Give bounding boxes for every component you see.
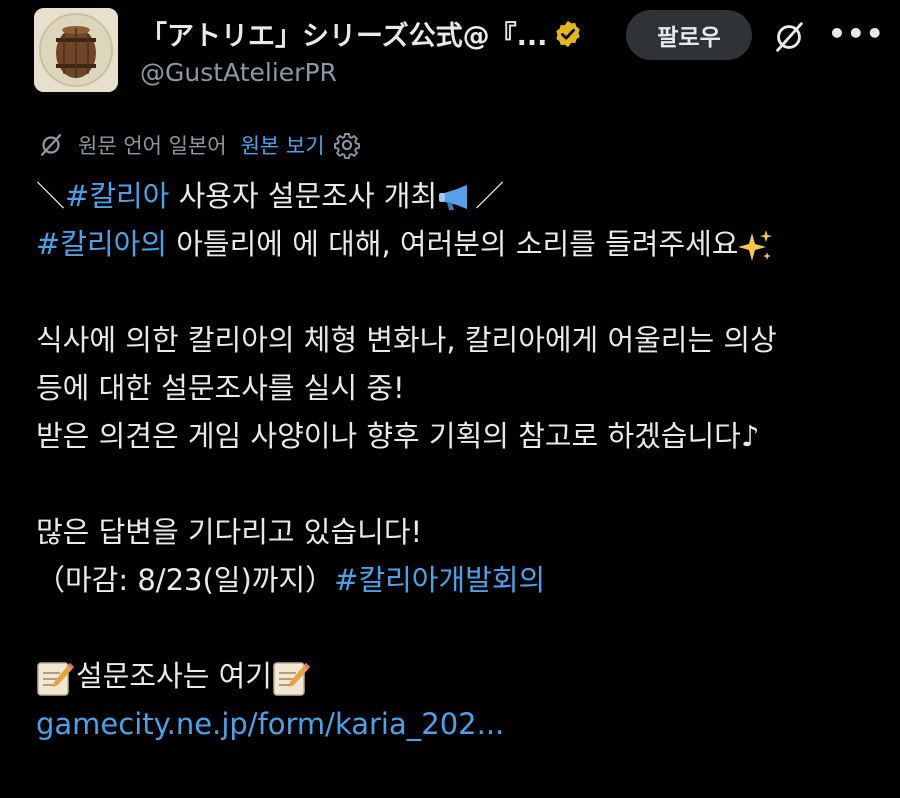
post-text: ＼ [36, 179, 66, 213]
megaphone-icon [439, 185, 468, 210]
barrel-logo-icon [34, 8, 118, 92]
avatar[interactable] [34, 8, 118, 92]
verified-badge-icon [556, 20, 581, 47]
gear-icon[interactable] [333, 131, 361, 159]
translation-label: 원문 언어 일본어 [78, 134, 227, 158]
more-icon[interactable]: ••• [828, 20, 884, 54]
post-text: 아틀리에 에 대해, 여러분의 소리를 들려주세요 [167, 227, 739, 261]
name-row: 「アトリエ」シリーズ公式@『... [140, 14, 583, 53]
display-name[interactable]: 「アトリエ」シリーズ公式@『... [140, 14, 547, 53]
post-body: ＼#칼리아 사용자 설문조사 개최 ／ #칼리아의 아틀리에 에 대해, 여러분… [36, 172, 886, 748]
post-text: 설문조사는 여기 [76, 659, 272, 693]
post-line: 많은 답변을 기다리고 있습니다! [36, 515, 423, 549]
post-text: 사용자 설문조사 개최 [169, 179, 438, 213]
post-line: ＼#칼리아 사용자 설문조사 개최 ／ [36, 172, 886, 220]
memo-icon [37, 662, 74, 696]
survey-link[interactable]: gamecity.ne.jp/form/karia_202... [36, 707, 504, 741]
post-line: 식사에 의한 칼리아의 체형 변화나, 칼리아에게 어울리는 의상 [36, 323, 777, 357]
show-original-link[interactable]: 원본 보기 [241, 130, 325, 160]
handle[interactable]: @GustAtelierPR [140, 58, 337, 87]
translate-icon [40, 134, 62, 156]
post-line: #칼리아의 아틀리에 에 대해, 여러분의 소리를 들려주세요 [36, 220, 886, 268]
post-line: 받은 의견은 게임 사양이나 향후 기획의 참고로 하겠습니다♪ [36, 419, 760, 453]
post-text: ／ [475, 179, 505, 213]
hashtag-link[interactable]: #칼리아의 [36, 227, 167, 261]
post-text: （마감: 8/23(일)까지） [36, 563, 335, 597]
post-line: （마감: 8/23(일)까지）#칼리아개발회의 [36, 556, 886, 604]
post-line: 설문조사는 여기 [36, 652, 886, 700]
post-line: 등에 대한 설문조사를 실시 중! [36, 371, 405, 405]
grok-icon[interactable] [770, 18, 808, 56]
follow-button[interactable]: 팔로우 [626, 10, 752, 60]
hashtag-link[interactable]: #칼리아 [65, 179, 169, 213]
sparkles-icon [738, 230, 773, 261]
post-header: 「アトリエ」シリーズ公式@『... @GustAtelierPR 팔로우 ••• [0, 0, 900, 110]
memo-icon [273, 662, 310, 696]
translation-bar: 원문 언어 일본어 원본 보기 [36, 130, 361, 160]
hashtag-link[interactable]: #칼리아개발회의 [334, 563, 545, 597]
post-line: gamecity.ne.jp/form/karia_202... [36, 700, 886, 748]
